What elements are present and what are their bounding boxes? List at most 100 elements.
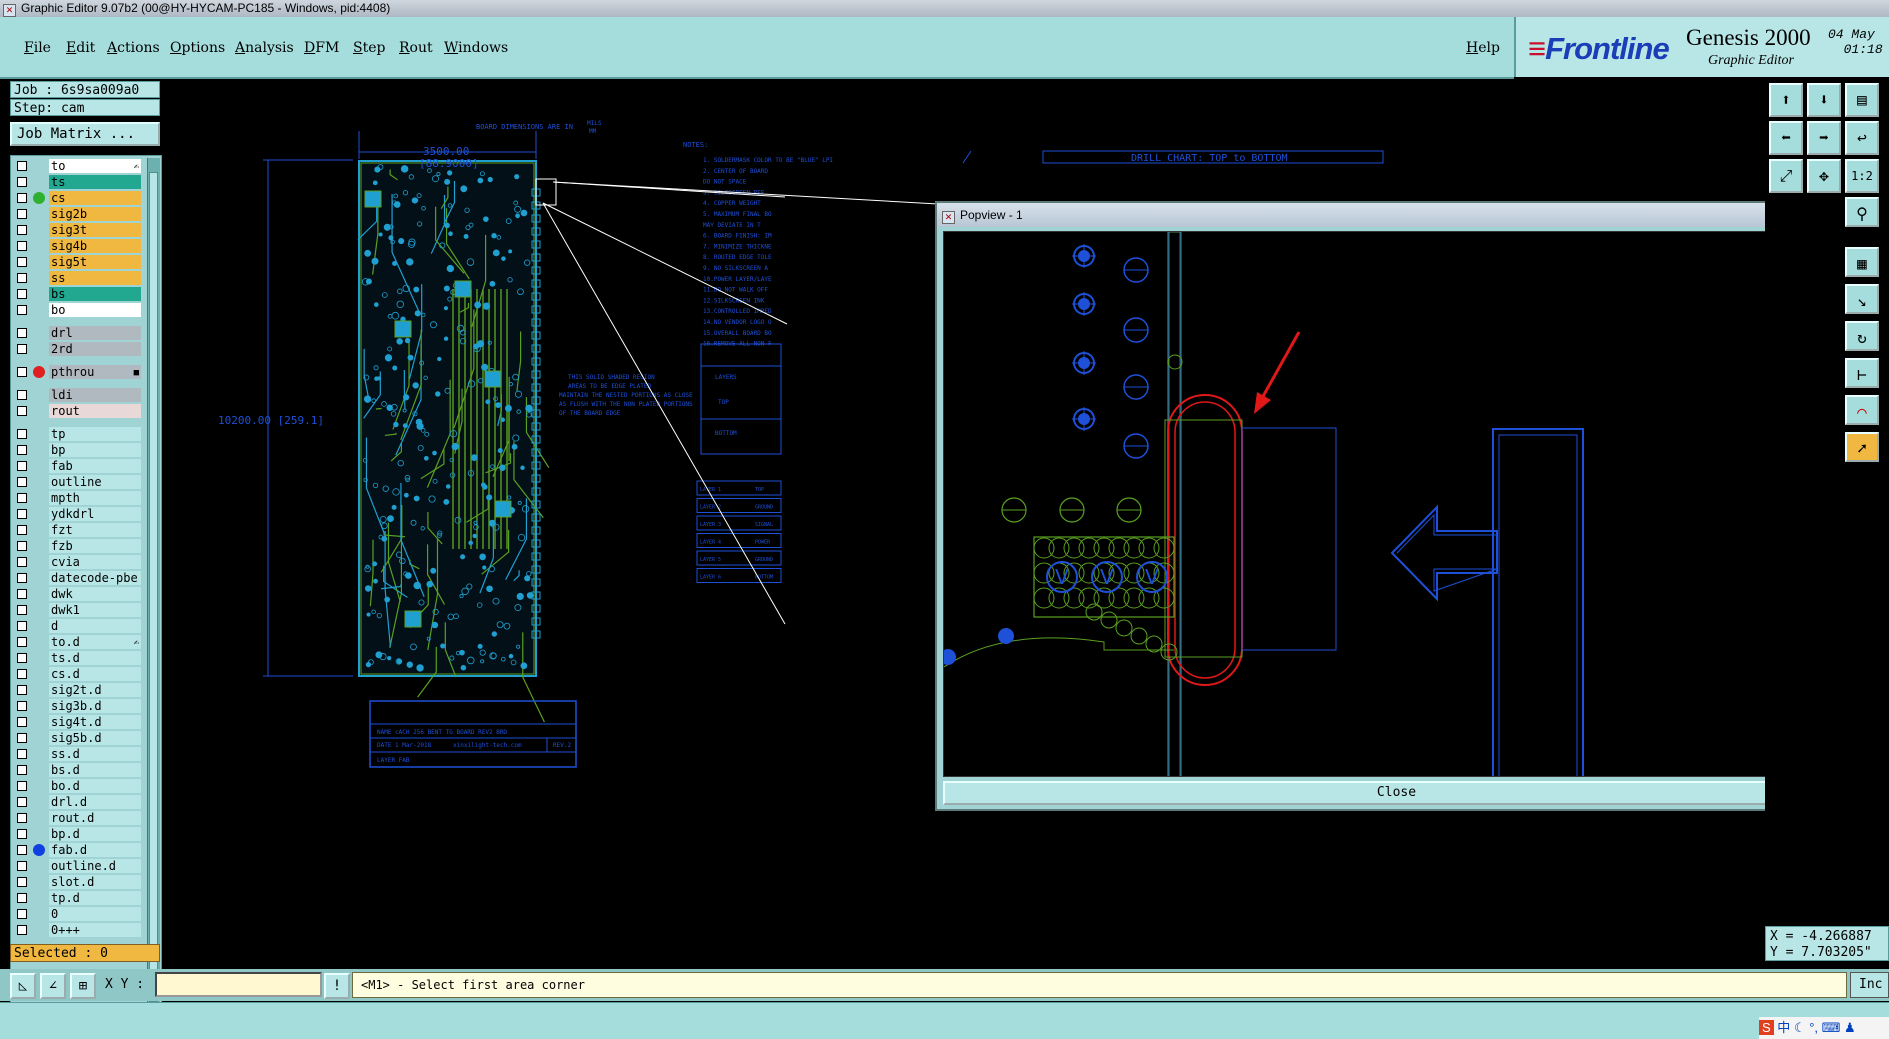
scrollbar-thumb[interactable] bbox=[149, 172, 158, 1002]
layer-checkbox[interactable] bbox=[17, 621, 27, 631]
layer-row-rout-d[interactable]: rout.d bbox=[11, 810, 136, 826]
layer-row-pthrou[interactable]: pthrou■ bbox=[11, 364, 136, 380]
layer-row-fzt[interactable]: fzt bbox=[11, 522, 136, 538]
layer-row-sig2t-d[interactable]: sig2t.d bbox=[11, 682, 136, 698]
layer-name[interactable]: cs bbox=[49, 191, 141, 205]
layer-row-drl-d[interactable]: drl.d bbox=[11, 794, 136, 810]
menu-actions[interactable]: Actions bbox=[107, 40, 160, 56]
zoom-1to2-icon[interactable]: 1:2 bbox=[1845, 159, 1879, 193]
layer-checkbox[interactable] bbox=[17, 328, 27, 338]
layer-checkbox[interactable] bbox=[17, 701, 27, 711]
layer-row-bo-d[interactable]: bo.d bbox=[11, 778, 136, 794]
layer-checkbox[interactable] bbox=[17, 525, 27, 535]
layer-checkbox[interactable] bbox=[17, 445, 27, 455]
layer-name[interactable]: cs.d bbox=[49, 667, 141, 681]
layer-checkbox[interactable] bbox=[17, 573, 27, 583]
layer-name[interactable]: pthrou■ bbox=[49, 365, 141, 379]
layer-checkbox[interactable] bbox=[17, 241, 27, 251]
snap-angle-icon[interactable]: ∠ bbox=[40, 973, 66, 999]
layer-checkbox[interactable] bbox=[17, 390, 27, 400]
layer-name[interactable]: mpth bbox=[49, 491, 141, 505]
layer-row-sig5t[interactable]: sig5t bbox=[11, 254, 136, 270]
layer-checkbox[interactable] bbox=[17, 273, 27, 283]
layer-name[interactable]: sig5t bbox=[49, 255, 141, 269]
layer-checkbox[interactable] bbox=[17, 781, 27, 791]
layer-name[interactable]: 0+++ bbox=[49, 923, 141, 937]
move-up-icon[interactable]: ⬆ bbox=[1769, 83, 1803, 117]
layer-name[interactable]: fab.d bbox=[49, 843, 141, 857]
layer-row-bs[interactable]: bs bbox=[11, 286, 136, 302]
layer-name[interactable]: bs.d bbox=[49, 763, 141, 777]
layer-row-2rd[interactable]: 2rd bbox=[11, 341, 136, 357]
layer-row-rout[interactable]: rout bbox=[11, 403, 136, 419]
layer-checkbox[interactable] bbox=[17, 209, 27, 219]
layer-checkbox[interactable] bbox=[17, 749, 27, 759]
select-pointer-icon[interactable]: ➚ bbox=[1845, 432, 1879, 462]
layer-checkbox[interactable] bbox=[17, 257, 27, 267]
layer-name[interactable]: fab bbox=[49, 459, 141, 473]
layer-checkbox[interactable] bbox=[17, 289, 27, 299]
layer-row-ts-d[interactable]: ts.d bbox=[11, 650, 136, 666]
layer-checkbox[interactable] bbox=[17, 557, 27, 567]
layer-name[interactable]: dwk bbox=[49, 587, 141, 601]
layer-name[interactable]: cvia bbox=[49, 555, 141, 569]
menu-options[interactable]: Options bbox=[170, 40, 225, 56]
layer-name[interactable]: tp.d bbox=[49, 891, 141, 905]
layer-row-outline[interactable]: outline bbox=[11, 474, 136, 490]
layer-name[interactable]: ts bbox=[49, 175, 141, 189]
layer-checkbox[interactable] bbox=[17, 161, 27, 171]
layer-affected-dot[interactable] bbox=[33, 366, 45, 378]
layer-row-to-d[interactable]: to.d✍ bbox=[11, 634, 136, 650]
user-icon[interactable]: ♟ bbox=[1844, 1020, 1856, 1035]
move-right-icon[interactable]: ➡ bbox=[1807, 121, 1841, 155]
layer-name[interactable]: 2rd bbox=[49, 342, 141, 356]
layer-name[interactable]: outline bbox=[49, 475, 141, 489]
menu-file[interactable]: File bbox=[24, 40, 51, 56]
layer-row-dwk[interactable]: dwk bbox=[11, 586, 136, 602]
layer-name[interactable]: bp.d bbox=[49, 827, 141, 841]
menu-dfm[interactable]: DFM bbox=[304, 40, 339, 56]
layer-checkbox[interactable] bbox=[17, 765, 27, 775]
layer-row-sig2b[interactable]: sig2b bbox=[11, 206, 136, 222]
layer-row-dwk1[interactable]: dwk1 bbox=[11, 602, 136, 618]
layer-name[interactable]: rout bbox=[49, 404, 141, 418]
grid-icon[interactable]: ▦ bbox=[1845, 247, 1879, 277]
layer-name[interactable]: outline.d bbox=[49, 859, 141, 873]
layer-affected-dot[interactable] bbox=[33, 192, 45, 204]
layer-checkbox[interactable] bbox=[17, 541, 27, 551]
layer-name[interactable]: ts.d bbox=[49, 651, 141, 665]
layer-name[interactable]: ss.d bbox=[49, 747, 141, 761]
popview-canvas[interactable]: VVV bbox=[943, 231, 1815, 777]
layer-name[interactable]: bp bbox=[49, 443, 141, 457]
layer-checkbox[interactable] bbox=[17, 717, 27, 727]
layer-checkbox[interactable] bbox=[17, 493, 27, 503]
layer-checkbox[interactable] bbox=[17, 477, 27, 487]
layer-row-datecode-pbe[interactable]: datecode-pbe bbox=[11, 570, 136, 586]
layer-name[interactable]: sig2t.d bbox=[49, 683, 141, 697]
save-icon[interactable]: ▤ bbox=[1845, 83, 1879, 117]
layer-row-outline-d[interactable]: outline.d bbox=[11, 858, 136, 874]
layer-checkbox[interactable] bbox=[17, 589, 27, 599]
zoom-fit-icon[interactable]: ⤢ bbox=[1769, 159, 1803, 193]
layer-row-mpth[interactable]: mpth bbox=[11, 490, 136, 506]
align-icon[interactable]: ⊢ bbox=[1845, 358, 1879, 388]
layer-checkbox[interactable] bbox=[17, 653, 27, 663]
measure-icon[interactable]: ↘ bbox=[1845, 284, 1879, 314]
layer-row-tp-d[interactable]: tp.d bbox=[11, 890, 136, 906]
layer-checkbox[interactable] bbox=[17, 177, 27, 187]
layer-checkbox[interactable] bbox=[17, 829, 27, 839]
layer-name[interactable]: tp bbox=[49, 427, 141, 441]
layer-checkbox[interactable] bbox=[17, 925, 27, 935]
return-icon[interactable]: ↩ bbox=[1845, 121, 1879, 155]
layer-checkbox[interactable] bbox=[17, 685, 27, 695]
layer-row-sig4b[interactable]: sig4b bbox=[11, 238, 136, 254]
grid-snap-icon[interactable]: ⊞ bbox=[70, 973, 96, 999]
layer-name[interactable]: drl bbox=[49, 326, 141, 340]
layer-row-fab-d[interactable]: fab.d bbox=[11, 842, 136, 858]
layer-name[interactable]: sig4t.d bbox=[49, 715, 141, 729]
layer-checkbox[interactable] bbox=[17, 877, 27, 887]
layer-checkbox[interactable] bbox=[17, 305, 27, 315]
menu-step[interactable]: Step bbox=[353, 40, 385, 56]
snap-icon[interactable]: ⚲ bbox=[1845, 197, 1879, 227]
layer-row-slot-d[interactable]: slot.d bbox=[11, 874, 136, 890]
